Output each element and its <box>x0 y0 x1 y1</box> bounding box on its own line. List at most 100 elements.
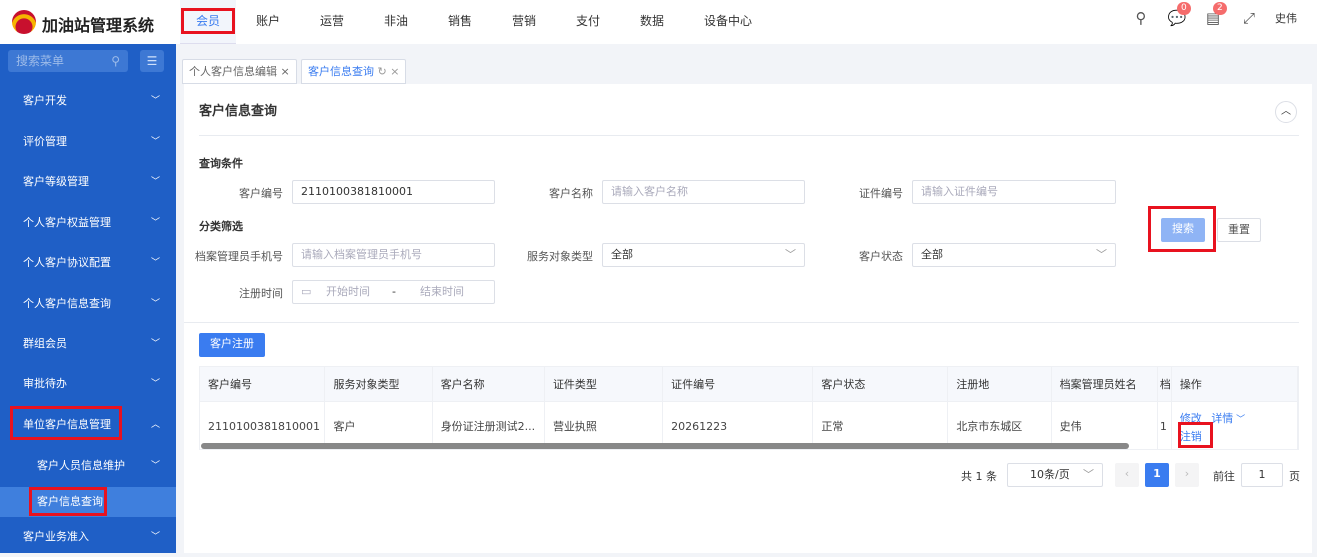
customer-no-input[interactable]: 2110100381810001 <box>292 180 495 204</box>
chevron-down-icon: ﹀ <box>150 258 160 268</box>
nav-account[interactable]: 账户 <box>236 0 300 44</box>
label: 个人客户信息编辑 <box>189 65 277 78</box>
register-customer-button[interactable]: 客户注册 <box>199 333 265 357</box>
tab-personal-edit[interactable]: 个人客户信息编辑 × <box>182 59 297 84</box>
goto-label: 前往 <box>1213 470 1235 483</box>
page-size-select[interactable]: 10条/页 ﹀ <box>1007 463 1103 487</box>
chevron-down-icon: ﹀ <box>1083 468 1094 481</box>
label: 群组会员 <box>23 337 67 350</box>
search-icon[interactable]: ⚲ <box>1131 8 1151 28</box>
menu-search-placeholder: 搜索菜单 <box>16 54 65 68</box>
sidebar: 搜索菜单 ⚲ ☰ 客户开发 ﹀ 评价管理 ﹀ 客户等级管理 ﹀ 个人客户权益管理 ﹀ 个人… <box>0 44 176 553</box>
chevron-up-icon: ︿ <box>150 420 160 430</box>
col-header: 服务对象类型 <box>324 367 433 401</box>
sidebar-item[interactable]: 个人客户信息查询 ﹀ <box>0 284 176 324</box>
detail-link[interactable]: 详情 <box>1211 412 1233 425</box>
sidebar-item[interactable]: 客户业务准入 ﹀ <box>0 517 176 557</box>
task-icon[interactable]: ▤ 2 <box>1203 2 1227 28</box>
sidebar-item[interactable]: 群组会员 ﹀ <box>0 324 176 364</box>
value: 全部 <box>611 248 633 261</box>
label: 个人客户信息查询 <box>23 297 111 310</box>
reset-button[interactable]: 重置 <box>1217 218 1261 242</box>
col-header: 证件类型 <box>544 367 664 401</box>
collapse-up-icon[interactable]: ︿ <box>1275 101 1297 123</box>
next-page-button[interactable]: › <box>1175 463 1199 487</box>
nav-sales[interactable]: 销售 <box>428 0 492 44</box>
col-header: 操作 <box>1171 367 1298 401</box>
tab-bar: 个人客户信息编辑 × 客户信息查询 ↻ × <box>176 44 1317 84</box>
col-header: 注册地 <box>947 367 1052 401</box>
customer-name-input[interactable]: 请输入客户名称 <box>602 180 805 204</box>
label: 客户人员信息维护 <box>37 459 125 472</box>
service-type-select[interactable]: 全部 ﹀ <box>602 243 805 267</box>
reg-time-range[interactable]: ▭ 开始时间 - 结束时间 <box>292 280 495 304</box>
page-1-button[interactable]: 1 <box>1145 463 1169 487</box>
chevron-down-icon[interactable]: ﹀ <box>1233 415 1245 425</box>
label: 客户开发 <box>23 94 67 107</box>
chevron-down-icon: ﹀ <box>150 96 160 106</box>
label: 服务对象类型 <box>527 250 593 263</box>
chevron-down-icon: ﹀ <box>150 461 160 471</box>
col-header: 证件编号 <box>662 367 814 401</box>
close-icon[interactable]: × <box>281 65 290 78</box>
nav-operation[interactable]: 运营 <box>300 0 364 44</box>
label: 个人客户权益管理 <box>23 216 111 229</box>
value: 全部 <box>921 248 943 261</box>
label: 客户名称 <box>549 187 593 200</box>
nav-device-center[interactable]: 设备中心 <box>684 0 772 44</box>
user-name[interactable]: 史伟 <box>1275 10 1297 26</box>
highlight-box <box>1178 422 1213 448</box>
goto-page-input[interactable]: 1 <box>1241 463 1283 487</box>
chevron-down-icon: ﹀ <box>150 299 160 309</box>
horizontal-scrollbar[interactable] <box>201 443 1129 449</box>
label: 客户编号 <box>239 187 283 200</box>
menu-search-input[interactable]: 搜索菜单 ⚲ <box>8 50 128 72</box>
label: 评价管理 <box>23 135 67 148</box>
chevron-down-icon: ﹀ <box>150 137 160 147</box>
page-title: 客户信息查询 <box>199 104 278 119</box>
sidebar-item[interactable]: 评价管理 ﹀ <box>0 122 176 162</box>
app-title: 加油站管理系统 <box>42 16 155 35</box>
section-title: 分类筛选 <box>199 220 243 233</box>
sidebar-item[interactable]: 客户等级管理 ﹀ <box>0 162 176 202</box>
label: 档案管理员手机号 <box>195 250 283 263</box>
divider <box>184 322 1299 323</box>
header-icons: ⚲ 💬 0 ▤ 2 ⤢ 史伟 <box>1131 2 1297 28</box>
divider <box>199 135 1299 136</box>
logo-icon <box>12 10 36 34</box>
sidebar-item[interactable]: 个人客户协议配置 ﹀ <box>0 243 176 283</box>
chevron-down-icon: ﹀ <box>150 379 160 389</box>
nav-marketing[interactable]: 营销 <box>492 0 556 44</box>
fullscreen-icon[interactable]: ⤢ <box>1239 8 1259 28</box>
label: 客户状态 <box>859 250 903 263</box>
col-header: 档 <box>1157 367 1172 401</box>
refresh-icon[interactable]: ↻ <box>378 65 387 78</box>
label: 客户业务准入 <box>23 530 89 543</box>
status-select[interactable]: 全部 ﹀ <box>912 243 1116 267</box>
sidebar-subitem[interactable]: 客户人员信息维护 ﹀ <box>0 446 176 486</box>
collapse-menu-button[interactable]: ☰ <box>140 50 164 72</box>
close-icon[interactable]: × <box>390 65 399 78</box>
sidebar-item[interactable]: 审批待办 ﹀ <box>0 364 176 404</box>
value: 10条/页 <box>1030 468 1070 481</box>
top-nav: 会员 账户 运营 非油 销售 营销 支付 数据 设备中心 <box>180 0 772 44</box>
header: 加油站管理系统 会员 账户 运营 非油 销售 营销 支付 数据 设备中心 ⚲ 💬… <box>0 0 1317 44</box>
label: 个人客户协议配置 <box>23 256 111 269</box>
label: 证件编号 <box>859 187 903 200</box>
sidebar-item[interactable]: 客户开发 ﹀ <box>0 81 176 121</box>
start-placeholder: 开始时间 <box>326 285 370 298</box>
cell: 1 <box>1157 400 1172 449</box>
label: 客户等级管理 <box>23 175 89 188</box>
highlight-box <box>1148 206 1216 252</box>
manager-phone-input[interactable]: 请输入档案管理员手机号 <box>292 243 495 267</box>
nav-non-oil[interactable]: 非油 <box>364 0 428 44</box>
tab-customer-query[interactable]: 客户信息查询 ↻ × <box>301 59 407 84</box>
sidebar-item[interactable]: 个人客户权益管理 ﹀ <box>0 203 176 243</box>
nav-data[interactable]: 数据 <box>620 0 684 44</box>
nav-payment[interactable]: 支付 <box>556 0 620 44</box>
message-icon[interactable]: 💬 0 <box>1167 2 1191 28</box>
task-badge: 2 <box>1213 2 1227 15</box>
cert-no-input[interactable]: 请输入证件编号 <box>912 180 1116 204</box>
section-title: 查询条件 <box>199 157 243 170</box>
prev-page-button[interactable]: ‹ <box>1115 463 1139 487</box>
